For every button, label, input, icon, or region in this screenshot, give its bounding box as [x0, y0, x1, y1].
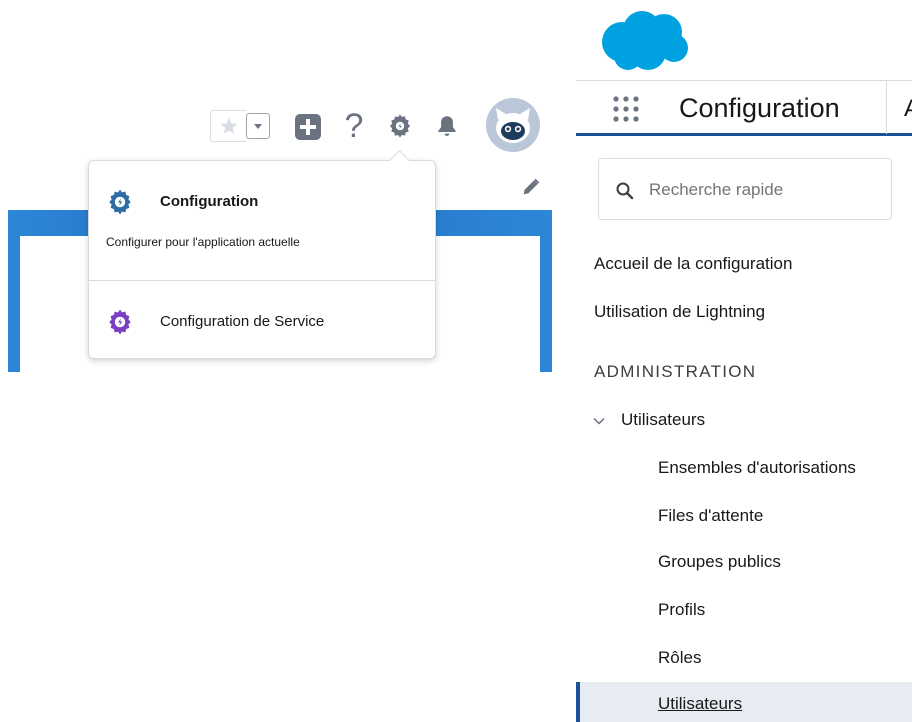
global-actions-button[interactable]: [293, 112, 323, 142]
setup-navigation-area: Configuration A Accueil de la configurat…: [576, 0, 912, 722]
quick-find-box: [598, 158, 892, 220]
menu-item-description: Configurer pour l'application actuelle: [106, 235, 300, 249]
nav-users[interactable]: Utilisateurs: [658, 694, 742, 714]
favorites-list-button[interactable]: [246, 113, 270, 139]
nav-permission-sets[interactable]: Ensembles d'autorisations: [658, 458, 856, 478]
menu-item-title: Configuration de Service: [160, 313, 325, 330]
quick-find-input[interactable]: [647, 173, 881, 207]
menu-item-title: Configuration: [160, 193, 259, 210]
popover-pointer: [388, 149, 411, 172]
star-icon: [219, 116, 239, 136]
app-launcher-icon: [610, 93, 642, 125]
nav-setup-home[interactable]: Accueil de la configuration: [594, 254, 792, 274]
app-navigation-bar: Configuration A: [576, 80, 912, 136]
help-button[interactable]: ?: [340, 108, 368, 144]
service-setup-gear-icon: [105, 307, 135, 337]
app-name: Configuration: [679, 93, 840, 123]
gear-icon: [386, 112, 414, 140]
nav-queues[interactable]: Files d'attente: [658, 506, 763, 526]
app-launcher-button[interactable]: [610, 93, 642, 125]
section-heading: ADMINISTRATION: [594, 362, 757, 381]
bell-icon: [434, 113, 460, 139]
tree-node-label: Utilisateurs: [621, 410, 706, 429]
menu-item-setup[interactable]: Configuration Configurer pour l'applicat…: [89, 179, 435, 279]
notifications-button[interactable]: [432, 111, 462, 141]
app-bar-divider: [886, 81, 887, 134]
nav-public-groups[interactable]: Groupes publics: [658, 552, 781, 572]
setup-menu: Configuration Configurer pour l'applicat…: [88, 149, 436, 359]
edit-page-button[interactable]: [520, 176, 544, 200]
menu-item-service-setup[interactable]: Configuration de Service: [89, 299, 435, 349]
salesforce-cloud-logo: [598, 8, 690, 74]
selected-item-highlight: [576, 682, 912, 722]
pencil-icon: [520, 176, 544, 198]
setup-button[interactable]: [384, 110, 416, 142]
nav-roles[interactable]: Rôles: [658, 648, 701, 668]
menu-divider: [89, 280, 435, 281]
favorites-group: [210, 110, 272, 142]
avatar[interactable]: [486, 98, 540, 152]
help-icon: ?: [344, 107, 364, 145]
tree-node-users[interactable]: Utilisateurs: [590, 410, 790, 432]
setup-gear-icon: [105, 187, 135, 217]
nav-lightning-usage[interactable]: Utilisation de Lightning: [594, 302, 765, 322]
nav-profiles[interactable]: Profils: [658, 600, 705, 620]
global-header-area: ? Configuration Configurer pour l'applic…: [0, 0, 560, 722]
chevron-down-icon: [252, 120, 264, 132]
add-icon: [294, 113, 322, 141]
search-icon: [615, 181, 635, 201]
favorites-button[interactable]: [210, 110, 246, 142]
tab-home-partial[interactable]: A: [904, 95, 912, 123]
chevron-down-icon: [592, 414, 606, 428]
